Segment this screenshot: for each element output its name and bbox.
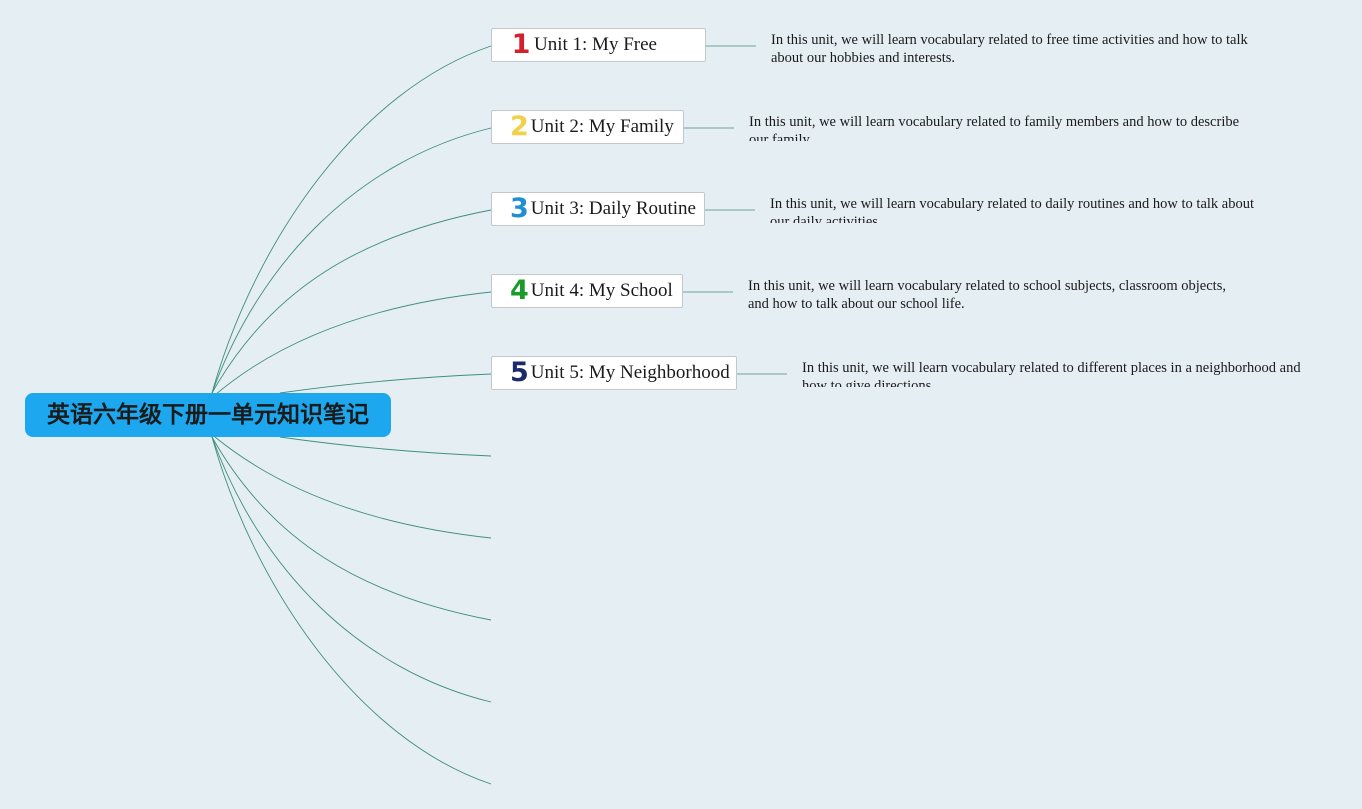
unit-4-title: Unit 4: My School [530,280,673,301]
mind-map-canvas: 英语六年级下册一单元知识笔记 1 Unit 1: My Free In this… [0,0,1362,809]
branch-line [279,373,492,394]
branch-line [211,209,492,394]
unit-1-node[interactable]: 1 Unit 1: My Free [491,28,706,62]
unit-1-description[interactable]: In this unit, we will learn vocabulary r… [771,31,1271,67]
unit-5-node[interactable]: 5 Unit 5: My Neighborhood [491,356,737,390]
unit-4-number-icon: 4 [510,275,529,306]
central-topic[interactable]: 英语六年级下册一单元知识笔记 [25,393,391,437]
unit-2-title: Unit 2: My Family [530,116,674,137]
unit-3-title: Unit 3: Daily Routine [530,198,696,219]
unit-1-number-icon: 1 [511,29,531,60]
empty-branch-line [279,436,492,457]
unit-2-node[interactable]: 2 Unit 2: My Family [491,110,684,144]
unit-3-number-icon: 3 [510,193,529,224]
empty-branch-line [211,436,492,703]
unit-5-title: Unit 5: My Neighborhood [530,362,730,383]
unit-4-node[interactable]: 4 Unit 4: My School [491,274,683,308]
unit-3-description[interactable]: In this unit, we will learn vocabulary r… [770,195,1270,223]
branch-line [211,127,492,394]
unit-5-number-icon: 5 [510,357,529,388]
unit-2-number-icon: 2 [510,111,529,142]
unit-5-description[interactable]: In this unit, we will learn vocabulary r… [802,359,1302,387]
unit-2-description[interactable]: In this unit, we will learn vocabulary r… [749,113,1249,141]
unit-4-description[interactable]: In this unit, we will learn vocabulary r… [748,277,1248,313]
empty-branch-line [214,436,492,539]
unit-1-title: Unit 1: My Free [534,34,657,55]
unit-3-node[interactable]: 3 Unit 3: Daily Routine [491,192,705,226]
branch-line [214,291,492,396]
